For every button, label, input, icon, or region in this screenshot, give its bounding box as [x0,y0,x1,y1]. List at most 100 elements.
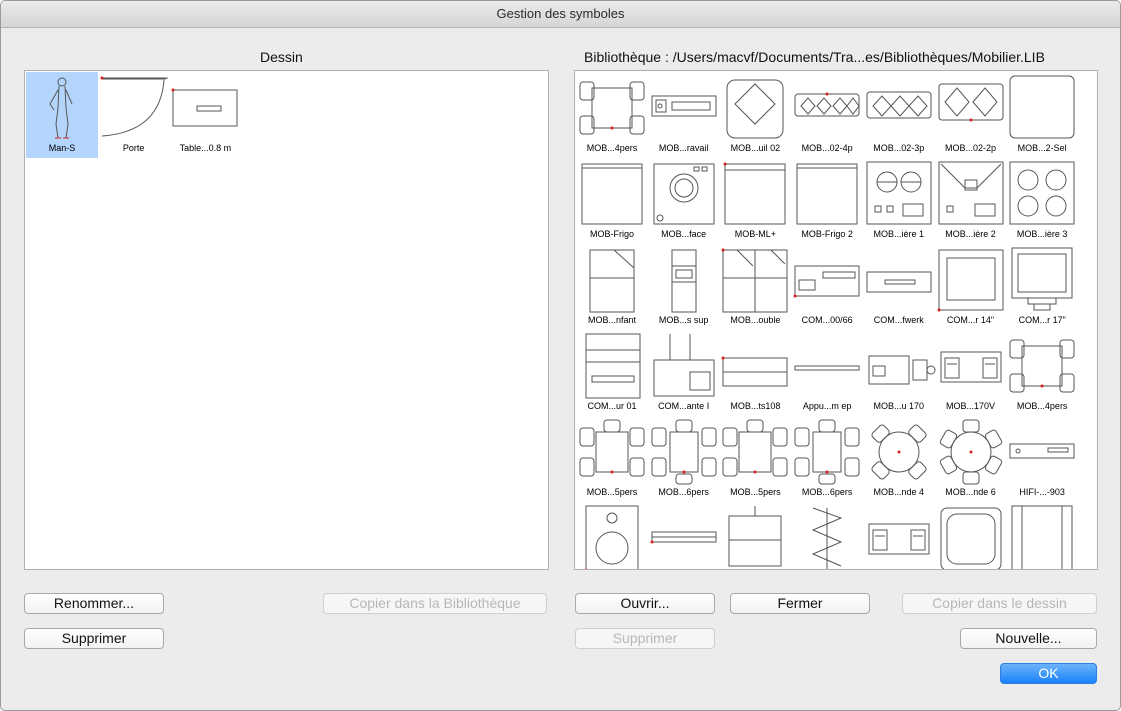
symbol-item[interactable]: MOB...uil 02 [719,72,791,158]
symbol-label: MOB...02-3p [873,143,925,153]
stairs-icon [793,504,861,569]
symbol-label: MOB...nde 4 [873,487,925,497]
symbol-item[interactable]: MOB-Frigo 2 [791,158,863,244]
symbol-item[interactable]: MOB...ouble [719,244,791,330]
symbol-item[interactable]: MOB...170V [935,330,1007,416]
delete-drawing-symbol-button[interactable]: Supprimer [24,628,164,649]
speaker-icon [578,504,646,569]
symbol-item[interactable]: COM...r 14" [935,244,1007,330]
symbol-item[interactable]: COM...ur 01 [576,330,648,416]
symbol-label: COM...r 14" [946,315,995,325]
symbol-item[interactable]: MOB...02-3p [863,72,935,158]
close-library-button[interactable]: Fermer [730,593,870,614]
drawing-symbols-list[interactable]: Man-S Porte Table...0.8 m [24,70,549,570]
symbol-label: MOB...nde 6 [945,487,996,497]
symbol-label: COM...r 17" [1018,315,1066,325]
symbol-item[interactable]: COM...r 17" [1006,244,1078,330]
symbol-label: COM...ur 01 [587,401,637,411]
door-icon [100,74,168,140]
table-5-chairs-icon [578,418,646,484]
symbol-item[interactable]: MOB...6pers [648,416,720,502]
symbol-item[interactable]: MOB...ière 1 [863,158,935,244]
symbol-item[interactable]: Table...0.8 m [169,72,241,158]
symbol-item[interactable]: MOB...02-2p [935,72,1007,158]
symbol-label: COM...00/66 [801,315,853,325]
symbol-label: MOB-ML+ [734,229,777,239]
copy-to-library-button[interactable]: Copier dans la Bibliothèque [323,593,547,614]
symbol-label: MOB...6pers [801,487,853,497]
symbol-label: Appu...m ep [802,401,852,411]
symbol-item[interactable]: MOB...ravail [648,72,720,158]
symbol-item[interactable] [576,502,648,569]
symbol-item[interactable] [863,502,935,569]
symbol-item[interactable]: MOB...6pers [791,416,863,502]
symbol-item[interactable]: MOB...nde 4 [863,416,935,502]
symbol-item[interactable]: MOB...ière 3 [1006,158,1078,244]
symbol-item[interactable]: MOB...2-Sel [1006,72,1078,158]
fridge-icon [578,160,646,226]
table-6-chairs-icon [650,418,718,485]
symbol-item[interactable]: COM...ante I [648,330,720,416]
desk-drawers-icon [865,504,933,569]
delete-library-symbol-button[interactable]: Supprimer [575,628,715,649]
symbol-label: MOB-Frigo 2 [801,229,853,239]
symbol-item[interactable]: MOB...face [648,158,720,244]
rename-button[interactable]: Renommer... [24,593,164,614]
symbol-item[interactable]: MOB...nfant [576,244,648,330]
copy-to-drawing-button[interactable]: Copier dans le dessin [902,593,1097,614]
symbol-label: MOB...02-2p [944,143,997,153]
symbol-label: MOB...ts108 [730,401,781,411]
symbol-item[interactable] [791,502,863,569]
symbol-item[interactable] [648,502,720,569]
symbol-label: MOB...ière 3 [1016,229,1068,239]
symbol-manager-dialog: Gestion des symboles Dessin Bibliothèque… [0,0,1121,711]
symbol-item[interactable]: MOB...ts108 [719,330,791,416]
symbol-item[interactable]: Porte [98,72,170,158]
symbol-item[interactable]: Man-S [26,72,98,158]
symbol-label: Porte [122,143,145,153]
symbol-item[interactable]: MOB...02-4p [791,72,863,158]
fridge-icon [793,160,861,226]
hood-icon [937,160,1005,226]
symbol-item[interactable]: MOB...u 170 [863,330,936,416]
library-symbols-list[interactable]: MOB...4pers MOB...ravail MOB...uil 02 MOB..… [574,70,1098,570]
monitor-icon [937,246,1005,312]
wardrobe-icon [1008,504,1076,569]
symbol-label: COM...ante I [658,401,710,411]
table-6-chairs-icon [793,418,861,485]
window-title: Gestion des symboles [1,1,1120,28]
symbol-item[interactable]: MOB-ML+ [719,158,791,244]
symbol-item[interactable] [935,502,1007,569]
computer-icon [793,246,861,312]
symbol-label: MOB...s sup [658,315,709,325]
open-library-button[interactable]: Ouvrir... [575,593,715,614]
sofa-3-icon [865,74,933,140]
symbol-item[interactable]: HIFI-...-903 [1006,416,1078,502]
symbol-item[interactable]: MOB...4pers [1006,330,1078,416]
symbol-item[interactable]: MOB...4pers [576,72,648,158]
symbol-label: MOB...4pers [586,143,638,153]
symbol-item[interactable] [1006,502,1078,569]
symbol-item[interactable] [719,502,791,569]
symbol-item[interactable]: MOB-Frigo [576,158,648,244]
table-4-chairs-icon [578,74,646,140]
symbol-label: MOB...5pers [730,487,781,497]
symbol-item[interactable]: MOB...s sup [648,244,720,330]
rounded-box-icon [1008,74,1076,140]
symbol-item[interactable]: MOB...ière 2 [935,158,1007,244]
symbol-item[interactable]: MOB...5pers [719,416,791,502]
symbol-item[interactable]: MOB...nde 6 [935,416,1007,502]
symbol-item[interactable]: MOB...5pers [576,416,648,502]
symbol-label: MOB...170V [945,401,996,411]
symbol-item[interactable]: COM...fwerk [863,244,935,330]
double-cupboard-icon [721,246,789,313]
ledge-icon [793,332,861,398]
symbol-label: MOB...5pers [586,487,638,497]
ok-button[interactable]: OK [1000,663,1097,684]
new-library-button[interactable]: Nouvelle... [960,628,1097,649]
symbol-item[interactable]: Appu...m ep [791,330,863,416]
dishwasher-icon [721,160,789,226]
symbol-item[interactable]: COM...00/66 [791,244,863,330]
round-table-4-icon [865,418,933,484]
round-table-6-icon [937,418,1005,485]
